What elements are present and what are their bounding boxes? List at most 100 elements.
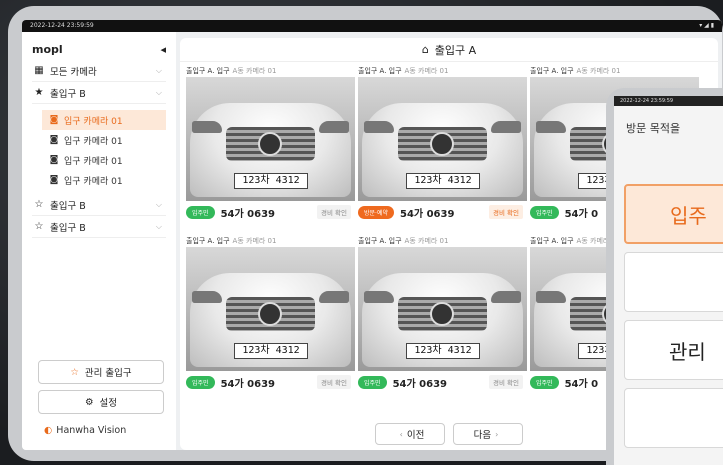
card-camera: A동 카메라 01 — [576, 67, 621, 75]
camera-icon: ◙ — [49, 155, 59, 165]
home-icon: ⌂ — [421, 43, 429, 56]
nav-group-extra-label: 출입구 B — [50, 200, 86, 212]
settings-button[interactable]: ⚙ 설정 — [38, 390, 164, 414]
star-filled-icon: ★ — [34, 87, 44, 98]
option-label: 입주 — [670, 203, 707, 228]
headlight-left — [364, 291, 394, 303]
car-emblem — [258, 302, 282, 326]
license-plate-image: 123차 4312 — [234, 343, 308, 359]
car-emblem — [430, 302, 454, 326]
chevron-down-icon: ⌵ — [155, 65, 162, 75]
sub-item-label: 입구 카메라 01 — [64, 176, 123, 187]
option-manage[interactable]: 관리 — [624, 320, 723, 380]
guard-confirm-button[interactable]: 경비 확인 — [317, 375, 351, 389]
headlight-right — [319, 291, 349, 303]
status-bar: 2022-12-24 23:59:59 ▾ ◢ ▮ — [22, 20, 722, 32]
camera-icon: ◙ — [49, 115, 59, 125]
card-header: 출입구 A. 입구 A동 카메라 01 — [186, 235, 355, 247]
status-time-secondary: 2022-12-24 23:59:59 — [614, 96, 723, 106]
nav-group-extra[interactable]: ☆ 출입구 B ⌵ — [32, 194, 166, 216]
sub-item-label: 입구 카메라 01 — [64, 136, 123, 147]
chevron-right-icon: › — [495, 429, 499, 439]
headlight-left — [192, 121, 222, 133]
card-footer: 입주민 54가 0639 경비 확인 — [358, 371, 527, 393]
camera-card[interactable]: 출입구 A. 입구 A동 카메라 01 123차 4312 입주민 54가 0639 경비… — [186, 65, 355, 225]
camera-snapshot: 123차 4312 — [358, 247, 527, 371]
camera-snapshot: 123차 4312 — [186, 77, 355, 201]
background-scene: 2022-12-24 23:59:59 ▾ ◢ ▮ mopl ◂ ▦ 모든 카메… — [0, 0, 723, 465]
card-entrance: 출입구 A. 입구 — [186, 67, 230, 75]
plate-number: 54가 0639 — [220, 208, 275, 220]
camera-grid-icon: ▦ — [34, 65, 44, 76]
status-badge: 입주민 — [358, 375, 387, 389]
headlight-left — [536, 121, 566, 133]
page-title: ⌂ 출입구 A — [180, 38, 718, 62]
chevron-down-icon: ⌵ — [155, 87, 162, 97]
guard-confirm-button[interactable]: 경비 확인 — [489, 205, 523, 219]
visit-purpose-question: 방문 목적을 — [626, 122, 681, 135]
sub-item-camera[interactable]: ◙ 입구 카메라 01 — [42, 150, 166, 170]
sidebar: mopl ◂ ▦ 모든 카메라 ⌵ ★ 출입구 B ⌵ ◙ 입구 카메라 01 — [22, 32, 176, 450]
prev-button[interactable]: ‹ 이전 — [375, 423, 445, 445]
sub-item-camera[interactable]: ◙ 입구 카메라 01 — [42, 130, 166, 150]
card-entrance: 출입구 A. 입구 — [530, 67, 574, 75]
car-emblem — [258, 132, 282, 156]
option-4[interactable] — [624, 388, 723, 448]
camera-icon: ◙ — [49, 175, 59, 185]
plate-number: 54가 0639 — [220, 378, 275, 390]
plate-number: 54가 0639 — [392, 378, 447, 390]
headlight-right — [491, 291, 521, 303]
nav-group-extra-label: 출입구 B — [50, 222, 86, 234]
card-header: 출입구 A. 입구 A동 카메라 01 — [530, 65, 699, 77]
option-2[interactable] — [624, 252, 723, 312]
camera-snapshot: 123차 4312 — [186, 247, 355, 371]
nav-group-extra[interactable]: ☆ 출입구 B ⌵ — [32, 216, 166, 238]
headlight-right — [319, 121, 349, 133]
sub-item-label: 입구 카메라 01 — [64, 116, 123, 127]
prev-label: 이전 — [406, 430, 425, 441]
manage-entrance-button[interactable]: ☆ 관리 출입구 — [38, 360, 164, 384]
chevron-left-icon: ‹ — [399, 429, 403, 439]
card-header: 출입구 A. 입구 A동 카메라 01 — [358, 65, 527, 77]
secondary-screen: 2022-12-24 23:59:59 방문 목적을 입주 관리 — [614, 96, 723, 465]
brand-logo: ◐ Hanwha Vision — [44, 425, 126, 436]
headlight-left — [192, 291, 222, 303]
card-entrance: 출입구 A. 입구 — [358, 237, 402, 245]
headlight-left — [364, 121, 394, 133]
status-badge: 입주민 — [530, 205, 559, 219]
manage-entrance-label: 관리 출입구 — [84, 368, 132, 379]
license-plate-image: 123차 4312 — [406, 173, 480, 189]
camera-card[interactable]: 출입구 A. 입구 A동 카메라 01 123차 4312 입주민 54가 0639 경비… — [186, 235, 355, 395]
collapse-icon[interactable]: ◂ — [160, 43, 166, 56]
guard-confirm-button[interactable]: 경비 확인 — [317, 205, 351, 219]
status-badge: 입주민 — [186, 375, 215, 389]
brand-text: Hanwha Vision — [56, 425, 127, 436]
card-camera: A동 카메라 — [576, 237, 610, 245]
card-camera: A동 카메라 01 — [232, 237, 277, 245]
option-resident[interactable]: 입주 — [624, 184, 723, 244]
headlight-left — [536, 291, 566, 303]
plate-number: 54가 0 — [564, 208, 599, 220]
card-footer: 방문·예약 54가 0639 경비 확인 — [358, 201, 527, 223]
logo-row: mopl ◂ — [32, 38, 166, 60]
card-entrance: 출입구 A. 입구 — [358, 67, 402, 75]
card-footer: 입주민 54가 0639 경비 확인 — [186, 371, 355, 393]
card-footer: 입주민 54가 0639 경비 확인 — [186, 201, 355, 223]
sub-item-camera-active[interactable]: ◙ 입구 카메라 01 — [42, 110, 166, 130]
nav-group-b[interactable]: ★ 출입구 B ⌵ — [32, 82, 166, 104]
next-button[interactable]: 다음 › — [453, 423, 523, 445]
camera-card[interactable]: 출입구 A. 입구 A동 카메라 01 123차 4312 입주민 54가 0639 경비… — [358, 235, 527, 395]
card-header: 출입구 A. 입구 A동 카메라 01 — [358, 235, 527, 247]
next-label: 다음 — [473, 430, 492, 441]
camera-card[interactable]: 출입구 A. 입구 A동 카메라 01 123차 4312 방문·예약 54가 0639… — [358, 65, 527, 225]
star-outline-icon: ☆ — [34, 199, 44, 210]
card-header: 출입구 A. 입구 A동 카메라 01 — [186, 65, 355, 77]
star-outline-icon: ☆ — [70, 366, 79, 378]
sub-item-camera[interactable]: ◙ 입구 카메라 01 — [42, 170, 166, 190]
guard-confirm-button[interactable]: 경비 확인 — [489, 375, 523, 389]
nav-all-cameras[interactable]: ▦ 모든 카메라 ⌵ — [32, 60, 166, 82]
plate-number: 54가 0 — [564, 378, 599, 390]
camera-snapshot: 123차 4312 — [358, 77, 527, 201]
card-entrance: 출입구 A. 입구 — [530, 237, 574, 245]
status-icons: ▾ ◢ ▮ — [699, 22, 714, 29]
